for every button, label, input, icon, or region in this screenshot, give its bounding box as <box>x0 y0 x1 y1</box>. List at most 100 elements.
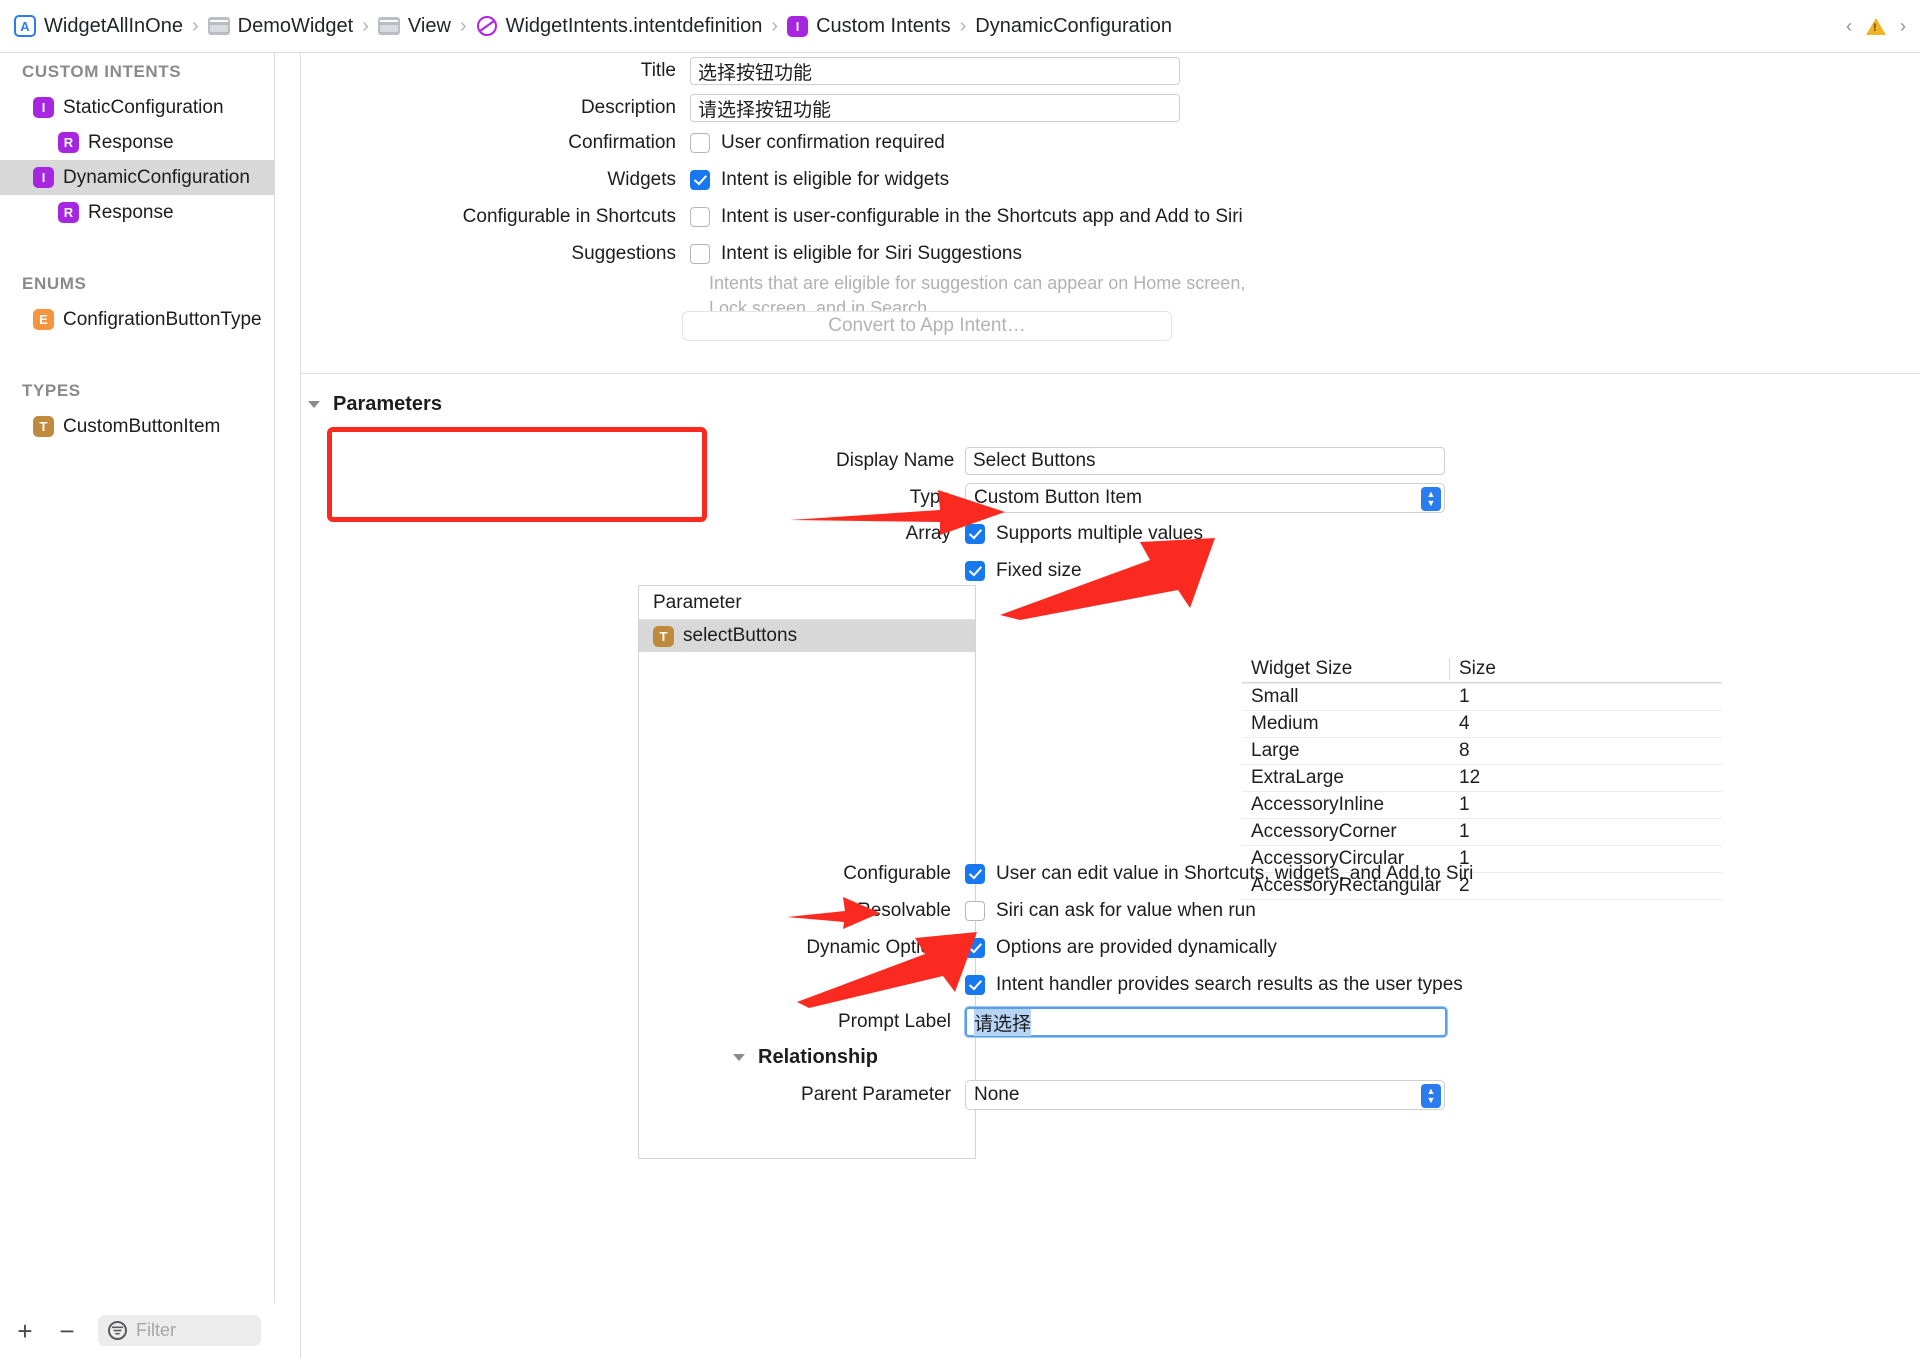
widget-size-column-header: Widget Size <box>1251 657 1353 679</box>
convert-to-app-intent-button[interactable]: Convert to App Intent… <box>682 311 1172 341</box>
prompt-label-label: Prompt Label <box>837 1011 951 1032</box>
title-row: Title 选择按钮功能 <box>276 57 1456 85</box>
widgets-checkbox-label: Intent is eligible for widgets <box>721 169 950 190</box>
fixed-size-label: Fixed size <box>996 560 1082 581</box>
display-name-input[interactable]: Select Buttons <box>965 447 1445 475</box>
title-input[interactable]: 选择按钮功能 <box>690 57 1180 85</box>
breadcrumb-label: DemoWidget <box>237 14 354 37</box>
parameters-section-header[interactable]: Parameters <box>308 393 442 416</box>
description-row: Description 请选择按钮功能 <box>276 94 1456 122</box>
configurable-in-shortcuts-checkbox-label: Intent is user-configurable in the Short… <box>721 206 1243 227</box>
suggestions-label: Suggestions <box>571 243 676 264</box>
display-name-row: Display Name Select Buttons <box>836 447 1906 475</box>
fixed-size-checkbox[interactable] <box>965 561 985 581</box>
nav-forward-icon[interactable]: › <box>1900 16 1906 37</box>
type-select[interactable]: Custom Button Item ▲ ▼ <box>965 483 1445 513</box>
breadcrumb-label: Custom Intents <box>816 14 951 37</box>
sidebar-item-dynamicconfiguration[interactable]: I DynamicConfiguration <box>0 160 274 195</box>
table-row[interactable]: AccessoryCorner 1 <box>1242 818 1722 845</box>
dynamic-options-checkbox[interactable] <box>965 938 985 958</box>
suggestions-checkbox[interactable] <box>690 244 710 264</box>
sidebar-item-staticconfiguration[interactable]: I StaticConfiguration <box>0 90 274 125</box>
size-column-header: Size <box>1449 657 1722 680</box>
type-badge-icon: T <box>653 625 674 647</box>
prompt-label-value: 请选择 <box>974 1008 1032 1036</box>
table-row[interactable]: Medium 4 <box>1242 710 1722 737</box>
warning-icon[interactable] <box>1866 18 1886 35</box>
app-icon: A <box>14 15 36 37</box>
table-row[interactable]: Small 1 <box>1242 683 1722 710</box>
breadcrumb-item-intentdefinition[interactable]: WidgetIntents.intentdefinition <box>476 15 762 38</box>
dynamic-options-checkbox-label: Options are provided dynamically <box>996 937 1277 958</box>
array-supports-multiple-values-checkbox[interactable] <box>965 524 985 544</box>
confirmation-checkbox[interactable] <box>690 133 710 153</box>
suggestions-hint-line1: Intents that are eligible for suggestion… <box>709 273 1246 293</box>
resolvable-checkbox[interactable] <box>965 901 985 921</box>
relationship-section-header[interactable]: Relationship <box>733 1046 878 1069</box>
type-row: Type Custom Button Item ▲ ▼ <box>836 483 1906 513</box>
description-label: Description <box>580 97 676 118</box>
breadcrumb-item-view[interactable]: View <box>377 14 451 38</box>
chevron-down-icon <box>308 401 320 408</box>
parent-parameter-value: None <box>974 1084 1020 1105</box>
widgets-label: Widgets <box>607 169 676 190</box>
prompt-label-row: Prompt Label 请选择 <box>836 1007 1916 1037</box>
intentdefinition-icon <box>476 15 498 37</box>
search-results-checkbox[interactable] <box>965 975 985 995</box>
folder-icon <box>377 17 400 35</box>
filter-icon <box>108 1321 127 1340</box>
widgets-checkbox[interactable] <box>690 170 710 190</box>
configurable-in-shortcuts-label: Configurable in Shortcuts <box>462 206 676 227</box>
filter-input[interactable]: Filter <box>98 1315 261 1346</box>
section-divider <box>300 373 1920 374</box>
nav-back-icon[interactable]: ‹ <box>1846 16 1852 37</box>
widget-size-table-header: Widget Size Size <box>1242 655 1722 683</box>
sidebar-item-configrationbuttontype[interactable]: E ConfigrationButtonType <box>0 302 274 337</box>
description-input[interactable]: 请选择按钮功能 <box>690 94 1180 122</box>
dynamic-options-label: Dynamic Options <box>806 937 951 958</box>
breadcrumb-separator: › <box>459 14 467 37</box>
widget-size-cell: ExtraLarge <box>1251 767 1344 788</box>
widget-size-cell: Large <box>1251 740 1300 761</box>
parameter-name: selectButtons <box>683 625 798 646</box>
intent-badge-icon: I <box>787 15 809 37</box>
sidebar-item-label: ConfigrationButtonType <box>63 308 262 330</box>
breadcrumb-item-dynamicconfiguration[interactable]: DynamicConfiguration <box>975 15 1172 38</box>
sidebar-item-label: StaticConfiguration <box>63 96 224 118</box>
size-cell: 8 <box>1459 740 1470 761</box>
prompt-label-input[interactable]: 请选择 <box>965 1007 1447 1037</box>
response-badge-icon: R <box>58 202 79 223</box>
sidebar-item-label: DynamicConfiguration <box>63 166 250 188</box>
table-row[interactable]: ExtraLarge 12 <box>1242 764 1722 791</box>
sidebar-item-custombuttonitem[interactable]: T CustomButtonItem <box>0 409 274 444</box>
fixed-size-row: Fixed size <box>965 560 1920 582</box>
widget-size-cell: Medium <box>1251 713 1319 734</box>
resolvable-row: Resolvable Siri can ask for value when r… <box>836 900 1916 922</box>
table-row[interactable]: Large 8 <box>1242 737 1722 764</box>
sidebar: CUSTOM INTENTS I StaticConfiguration R R… <box>0 53 275 1358</box>
breadcrumb-nav-controls: ‹ › <box>1846 0 1906 53</box>
sidebar-item-response-static[interactable]: R Response <box>0 125 274 160</box>
breadcrumb-label: View <box>407 14 451 37</box>
size-cell: 1 <box>1459 686 1470 707</box>
table-row[interactable]: AccessoryInline 1 <box>1242 791 1722 818</box>
breadcrumb-item-demowidget[interactable]: DemoWidget <box>207 14 354 38</box>
configurable-in-shortcuts-checkbox[interactable] <box>690 207 710 227</box>
parameters-section-title: Parameters <box>333 393 442 415</box>
chevron-updown-icon: ▲ ▼ <box>1421 487 1441 511</box>
size-cell: 1 <box>1459 821 1470 842</box>
chevron-down-icon <box>733 1054 745 1061</box>
remove-button[interactable]: − <box>56 1318 78 1344</box>
breadcrumb-item-project[interactable]: A WidgetAllInOne <box>14 15 183 38</box>
intent-badge-icon: I <box>33 167 54 188</box>
parent-parameter-select[interactable]: None ▲ ▼ <box>965 1080 1445 1110</box>
add-button[interactable]: + <box>14 1318 36 1344</box>
enum-badge-icon: E <box>33 309 54 330</box>
dynamic-options-row: Dynamic Options Options are provided dyn… <box>736 937 1916 959</box>
intent-editor: Title 选择按钮功能 Description 请选择按钮功能 Confirm… <box>276 53 1920 1358</box>
sidebar-item-response-dynamic[interactable]: R Response <box>0 195 274 230</box>
configurable-checkbox[interactable] <box>965 864 985 884</box>
parameter-list-row-selectbuttons[interactable]: T selectButtons <box>639 620 975 652</box>
sidebar-section-enums: ENUMS <box>22 274 87 293</box>
breadcrumb-item-custom-intents[interactable]: I Custom Intents <box>787 15 951 38</box>
